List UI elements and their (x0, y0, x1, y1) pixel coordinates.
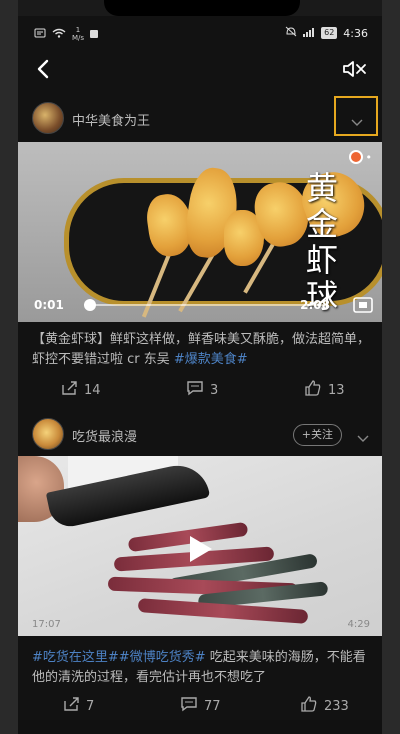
share-icon (60, 380, 78, 400)
top-navigation (18, 56, 382, 86)
comment-icon (180, 696, 198, 716)
screen: 1 M/s 62 4:36 中华美食为王 • 黄金虾球 0:01 2:08 【黄… (18, 0, 382, 734)
video-overlay-title: 黄金虾球 (306, 169, 339, 315)
thumbs-up-icon (304, 380, 322, 400)
post-header: 中华美食为王 (18, 96, 382, 136)
signal-icon (303, 27, 315, 40)
watermark-logo: • (348, 150, 372, 164)
battery-indicator: 62 (321, 27, 338, 39)
video-player[interactable]: 17:07 4:29 (18, 456, 382, 636)
progress-track[interactable] (88, 304, 328, 306)
author-name[interactable]: 吃货最浪漫 (72, 426, 137, 445)
duration: 4:29 (347, 619, 370, 630)
speed-unit: M/s (72, 34, 85, 42)
comment-button[interactable]: 3 (186, 380, 218, 400)
post-text: #吃货在这里##微博吃货秀# 吃起来美味的海肠，不能看他的清洗的过程，看完估计再… (32, 648, 372, 688)
post-header: 吃货最浪漫 +关注 (18, 416, 382, 452)
chevron-down-icon[interactable] (356, 428, 370, 442)
like-button[interactable]: 13 (304, 380, 345, 400)
author-name[interactable]: 中华美食为王 (72, 110, 150, 129)
fullscreen-icon[interactable] (352, 296, 374, 314)
share-icon (62, 696, 80, 716)
thumbs-up-icon (300, 696, 318, 716)
like-count: 13 (328, 382, 345, 398)
notch (104, 0, 300, 16)
chevron-down-icon[interactable] (350, 112, 364, 126)
avatar[interactable] (32, 418, 64, 450)
comment-icon (186, 380, 204, 400)
duration: 2:08 (300, 298, 330, 312)
phone-frame: 1 M/s 62 4:36 中华美食为王 • 黄金虾球 0:01 2:08 【黄… (0, 0, 400, 734)
status-bar: 1 M/s 62 4:36 (18, 20, 382, 46)
follow-button[interactable]: +关注 (292, 424, 342, 446)
network-speed: 1 M/s (72, 26, 84, 42)
comment-button[interactable]: 77 (180, 696, 221, 716)
speed-value: 1 (75, 26, 81, 34)
hashtag-link[interactable]: #吃货在这里# (32, 650, 119, 665)
share-count: 7 (86, 698, 95, 714)
mute-icon[interactable] (342, 58, 368, 80)
current-time: 0:01 (34, 298, 64, 312)
like-button[interactable]: 233 (300, 696, 349, 716)
play-icon[interactable] (188, 534, 214, 564)
hashtag-link[interactable]: #爆款美食# (174, 352, 248, 367)
action-bar: 14 3 13 (18, 378, 382, 402)
mute-status-icon (285, 26, 297, 40)
wifi-icon (52, 28, 66, 41)
notification-icon (34, 28, 46, 41)
share-button[interactable]: 14 (60, 380, 101, 400)
status-time: 4:36 (343, 26, 368, 40)
bottom-bar (18, 720, 382, 734)
like-count: 233 (324, 698, 349, 714)
comment-count: 3 (210, 382, 219, 398)
post-text: 【黄金虾球】鲜虾这样做，鲜香味美又酥脆，做法超简单，虾控不要错过啦 cr 东吴 … (32, 330, 372, 370)
avatar[interactable] (32, 102, 64, 134)
progress-knob[interactable] (84, 299, 96, 311)
app-icon (90, 28, 99, 41)
current-time: 17:07 (32, 619, 61, 630)
hashtag-link[interactable]: #微博吃货秀# (119, 650, 206, 665)
action-bar: 7 77 233 (18, 694, 382, 718)
share-button[interactable]: 7 (62, 696, 94, 716)
comment-count: 77 (204, 698, 221, 714)
share-count: 14 (84, 382, 101, 398)
video-player[interactable]: • 黄金虾球 0:01 2:08 (18, 142, 382, 322)
back-icon[interactable] (34, 58, 54, 80)
top-sliver (18, 0, 382, 16)
